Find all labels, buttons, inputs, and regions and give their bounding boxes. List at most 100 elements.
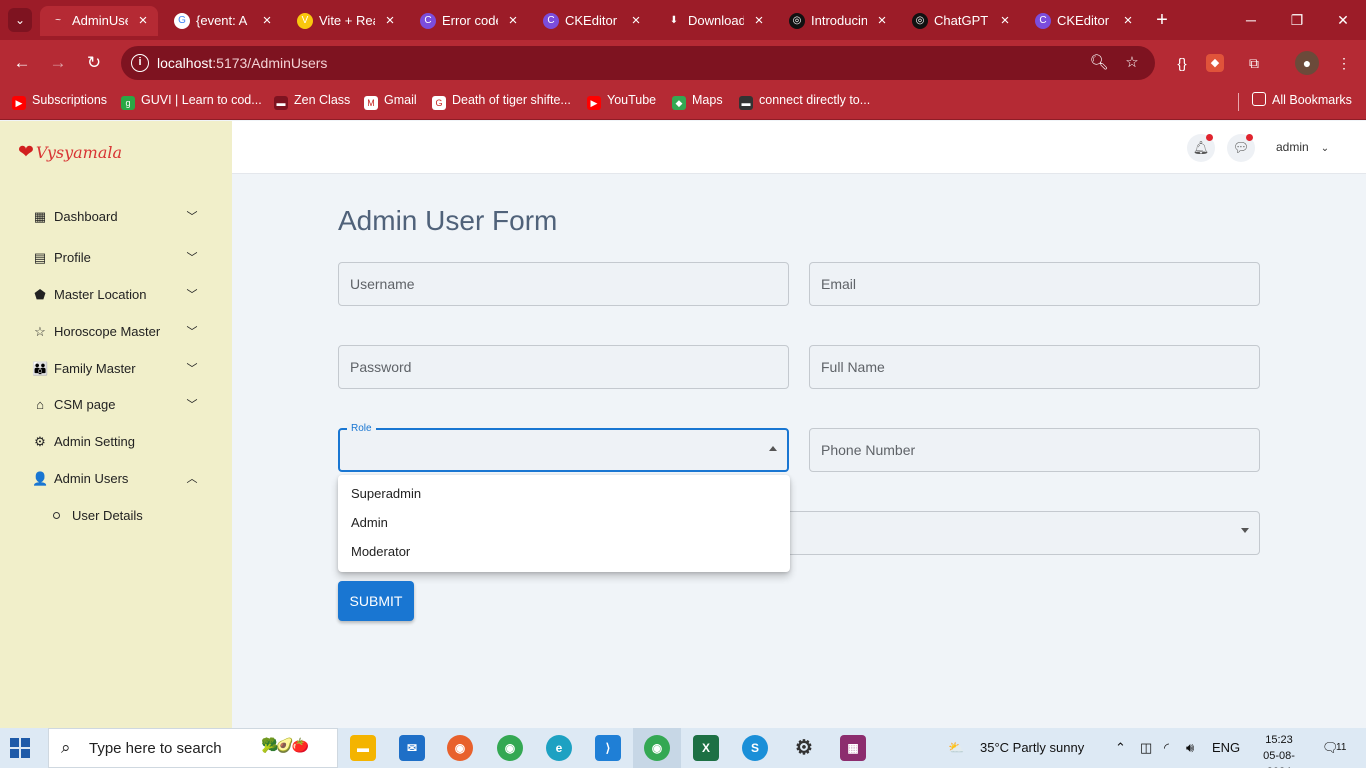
close-window-icon[interactable]: ✕ [1328,8,1358,32]
taskbar-search[interactable]: ⌕ Type here to search 🥦🥑🍅 [48,728,338,768]
bookmark-item[interactable]: G Death of tiger shifte... [432,86,571,114]
browser-tab[interactable]: ⬇ Download × [656,6,774,36]
browser-tab[interactable]: G {event: A × [164,6,282,36]
tab-close-icon[interactable]: × [381,6,399,36]
file-explorer-icon[interactable]: ▬ [350,735,376,761]
firefox-icon[interactable]: ◉ [447,735,473,761]
tab-close-icon[interactable]: × [258,6,276,36]
tab-favicon-icon: ⬇ [669,15,679,26]
brand-logo[interactable]: ❤ Vysyamala [18,141,122,163]
username-input[interactable] [339,263,788,305]
meet-icon[interactable]: ◫ [1140,728,1152,768]
role-option[interactable]: Superadmin [338,479,790,508]
tab-close-icon[interactable]: × [750,6,768,36]
sidebar-item[interactable]: ⬟ Master Location ﹀ [0,278,232,312]
all-bookmarks-button[interactable]: All Bookmarks [1252,86,1352,114]
winrar-icon[interactable]: ▦ [840,735,866,761]
bookmark-star-icon[interactable]: ☆ [1122,53,1142,73]
phone-input[interactable] [810,429,1259,471]
tab-close-icon[interactable]: × [996,6,1014,36]
browser-tab[interactable]: V Vite + React × [287,6,405,36]
user-menu[interactable]: admin ⌄ [1276,121,1329,175]
profile-avatar[interactable]: ● [1295,51,1319,75]
edge-icon[interactable]: e [546,735,572,761]
email-field[interactable] [809,262,1260,306]
extensions-puzzle-icon[interactable]: ⧉ [1242,51,1266,75]
clock[interactable]: 15:23 05-08-2024 [1252,732,1306,768]
restore-icon[interactable]: ❐ [1282,8,1312,32]
zoom-icon[interactable]: 🔍︎ [1089,53,1109,73]
sidebar-item[interactable]: ☆ Horoscope Master ﹀ [0,315,232,349]
skype-icon[interactable]: S [742,735,768,761]
weather-text[interactable]: 35°C Partly sunny [980,728,1084,768]
tab-close-icon[interactable]: × [504,6,522,36]
submit-button[interactable]: SUBMIT [338,581,414,621]
tab-favicon-icon: V [297,13,313,29]
windows-start-icon[interactable] [10,738,30,758]
password-input[interactable] [339,346,788,388]
browser-tab[interactable]: C CKEditor × [533,6,651,36]
bookmark-item[interactable]: g GUVI | Learn to cod... [121,86,262,114]
browser-tab[interactable]: ◎ ChatGPT × [902,6,1020,36]
tab-close-icon[interactable]: × [134,6,152,36]
role-option[interactable]: Moderator [338,537,790,566]
tab-close-icon[interactable]: × [627,6,645,36]
browser-tab[interactable]: ~ AdminUsers × [40,6,158,36]
sidebar-subitem[interactable]: User Details [0,501,232,531]
bookmark-item[interactable]: M Gmail [364,86,417,114]
sidebar-item[interactable]: 👪 Family Master ﹀ [0,352,232,386]
language-indicator[interactable]: ENG [1212,728,1240,768]
bookmark-item[interactable]: ▶ YouTube [587,86,656,114]
messages-button[interactable]: 💬︎ [1227,134,1255,162]
username-field[interactable] [338,262,789,306]
sidebar-item[interactable]: ⚙ Admin Setting [0,425,232,459]
notifications-button[interactable]: 🔔︎ [1187,134,1215,162]
tab-close-icon[interactable]: × [873,6,891,36]
settings-gear-icon[interactable]: ⚙ [791,735,817,761]
volume-icon[interactable]: 🔊︎ [1186,728,1194,768]
address-bar[interactable]: i localhost:5173/AdminUsers 🔍︎ ☆ [121,46,1155,80]
bookmark-item[interactable]: ▶ Subscriptions [12,86,107,114]
email-input[interactable] [810,263,1259,305]
chrome-profile-icon[interactable]: ◉ [644,735,670,761]
browser-tab[interactable]: C CKEditor 5 × [1025,6,1143,36]
vscode-icon[interactable]: ⟩ [595,735,621,761]
sidebar-item[interactable]: 👤 Admin Users ︿ [0,462,232,496]
mail-icon[interactable]: ✉ [399,735,425,761]
bookmark-item[interactable]: ▬ Zen Class [274,86,350,114]
role-option[interactable]: Admin [338,508,790,537]
tab-search-button[interactable]: ⌄ [8,8,32,32]
fullname-input[interactable] [810,346,1259,388]
bookmark-icon: ▶ [587,96,601,110]
new-tab-button[interactable]: + [1150,8,1174,32]
weather-icon[interactable]: ⛅ [948,728,964,768]
password-field[interactable] [338,345,789,389]
chevron-down-icon: ⌄ [1320,143,1330,154]
browser-menu-icon[interactable]: ⋮ [1332,51,1356,75]
back-icon[interactable]: ← [10,51,34,75]
minimize-icon[interactable]: ─ [1236,8,1266,32]
tab-close-icon[interactable]: × [1119,6,1137,36]
bookmark-item[interactable]: ◆ Maps [672,86,723,114]
wifi-icon[interactable]: ◜ [1164,728,1169,768]
fullname-field[interactable] [809,345,1260,389]
sidebar-item[interactable]: ⌂ CSM page ﹀ [0,388,232,422]
browser-tab[interactable]: C Error code × [410,6,528,36]
address-url[interactable]: localhost:5173/AdminUsers [157,46,327,80]
excel-icon[interactable]: X [693,735,719,761]
forward-icon[interactable]: → [46,51,70,75]
sidebar-item[interactable]: ▦ Dashboard ﹀ [0,200,232,234]
site-info-icon[interactable]: i [131,54,149,72]
sidebar-item[interactable]: ▤ Profile ﹀ [0,241,232,275]
browser-tab[interactable]: ◎ Introducing × [779,6,897,36]
tray-chevron-up-icon[interactable]: ⌃ [1115,728,1126,768]
role-select[interactable]: Role [338,423,789,472]
reload-icon[interactable]: ↻ [82,51,106,75]
extension-json-icon[interactable]: {} [1170,51,1194,75]
extension-icon[interactable]: ◆ [1206,54,1224,72]
tab-title: CKEditor 5 [1057,13,1113,28]
bookmark-item[interactable]: ▬ connect directly to... [739,86,870,114]
chrome-icon[interactable]: ◉ [497,735,523,761]
phone-field[interactable] [809,428,1260,472]
tab-title: Download [688,13,744,28]
